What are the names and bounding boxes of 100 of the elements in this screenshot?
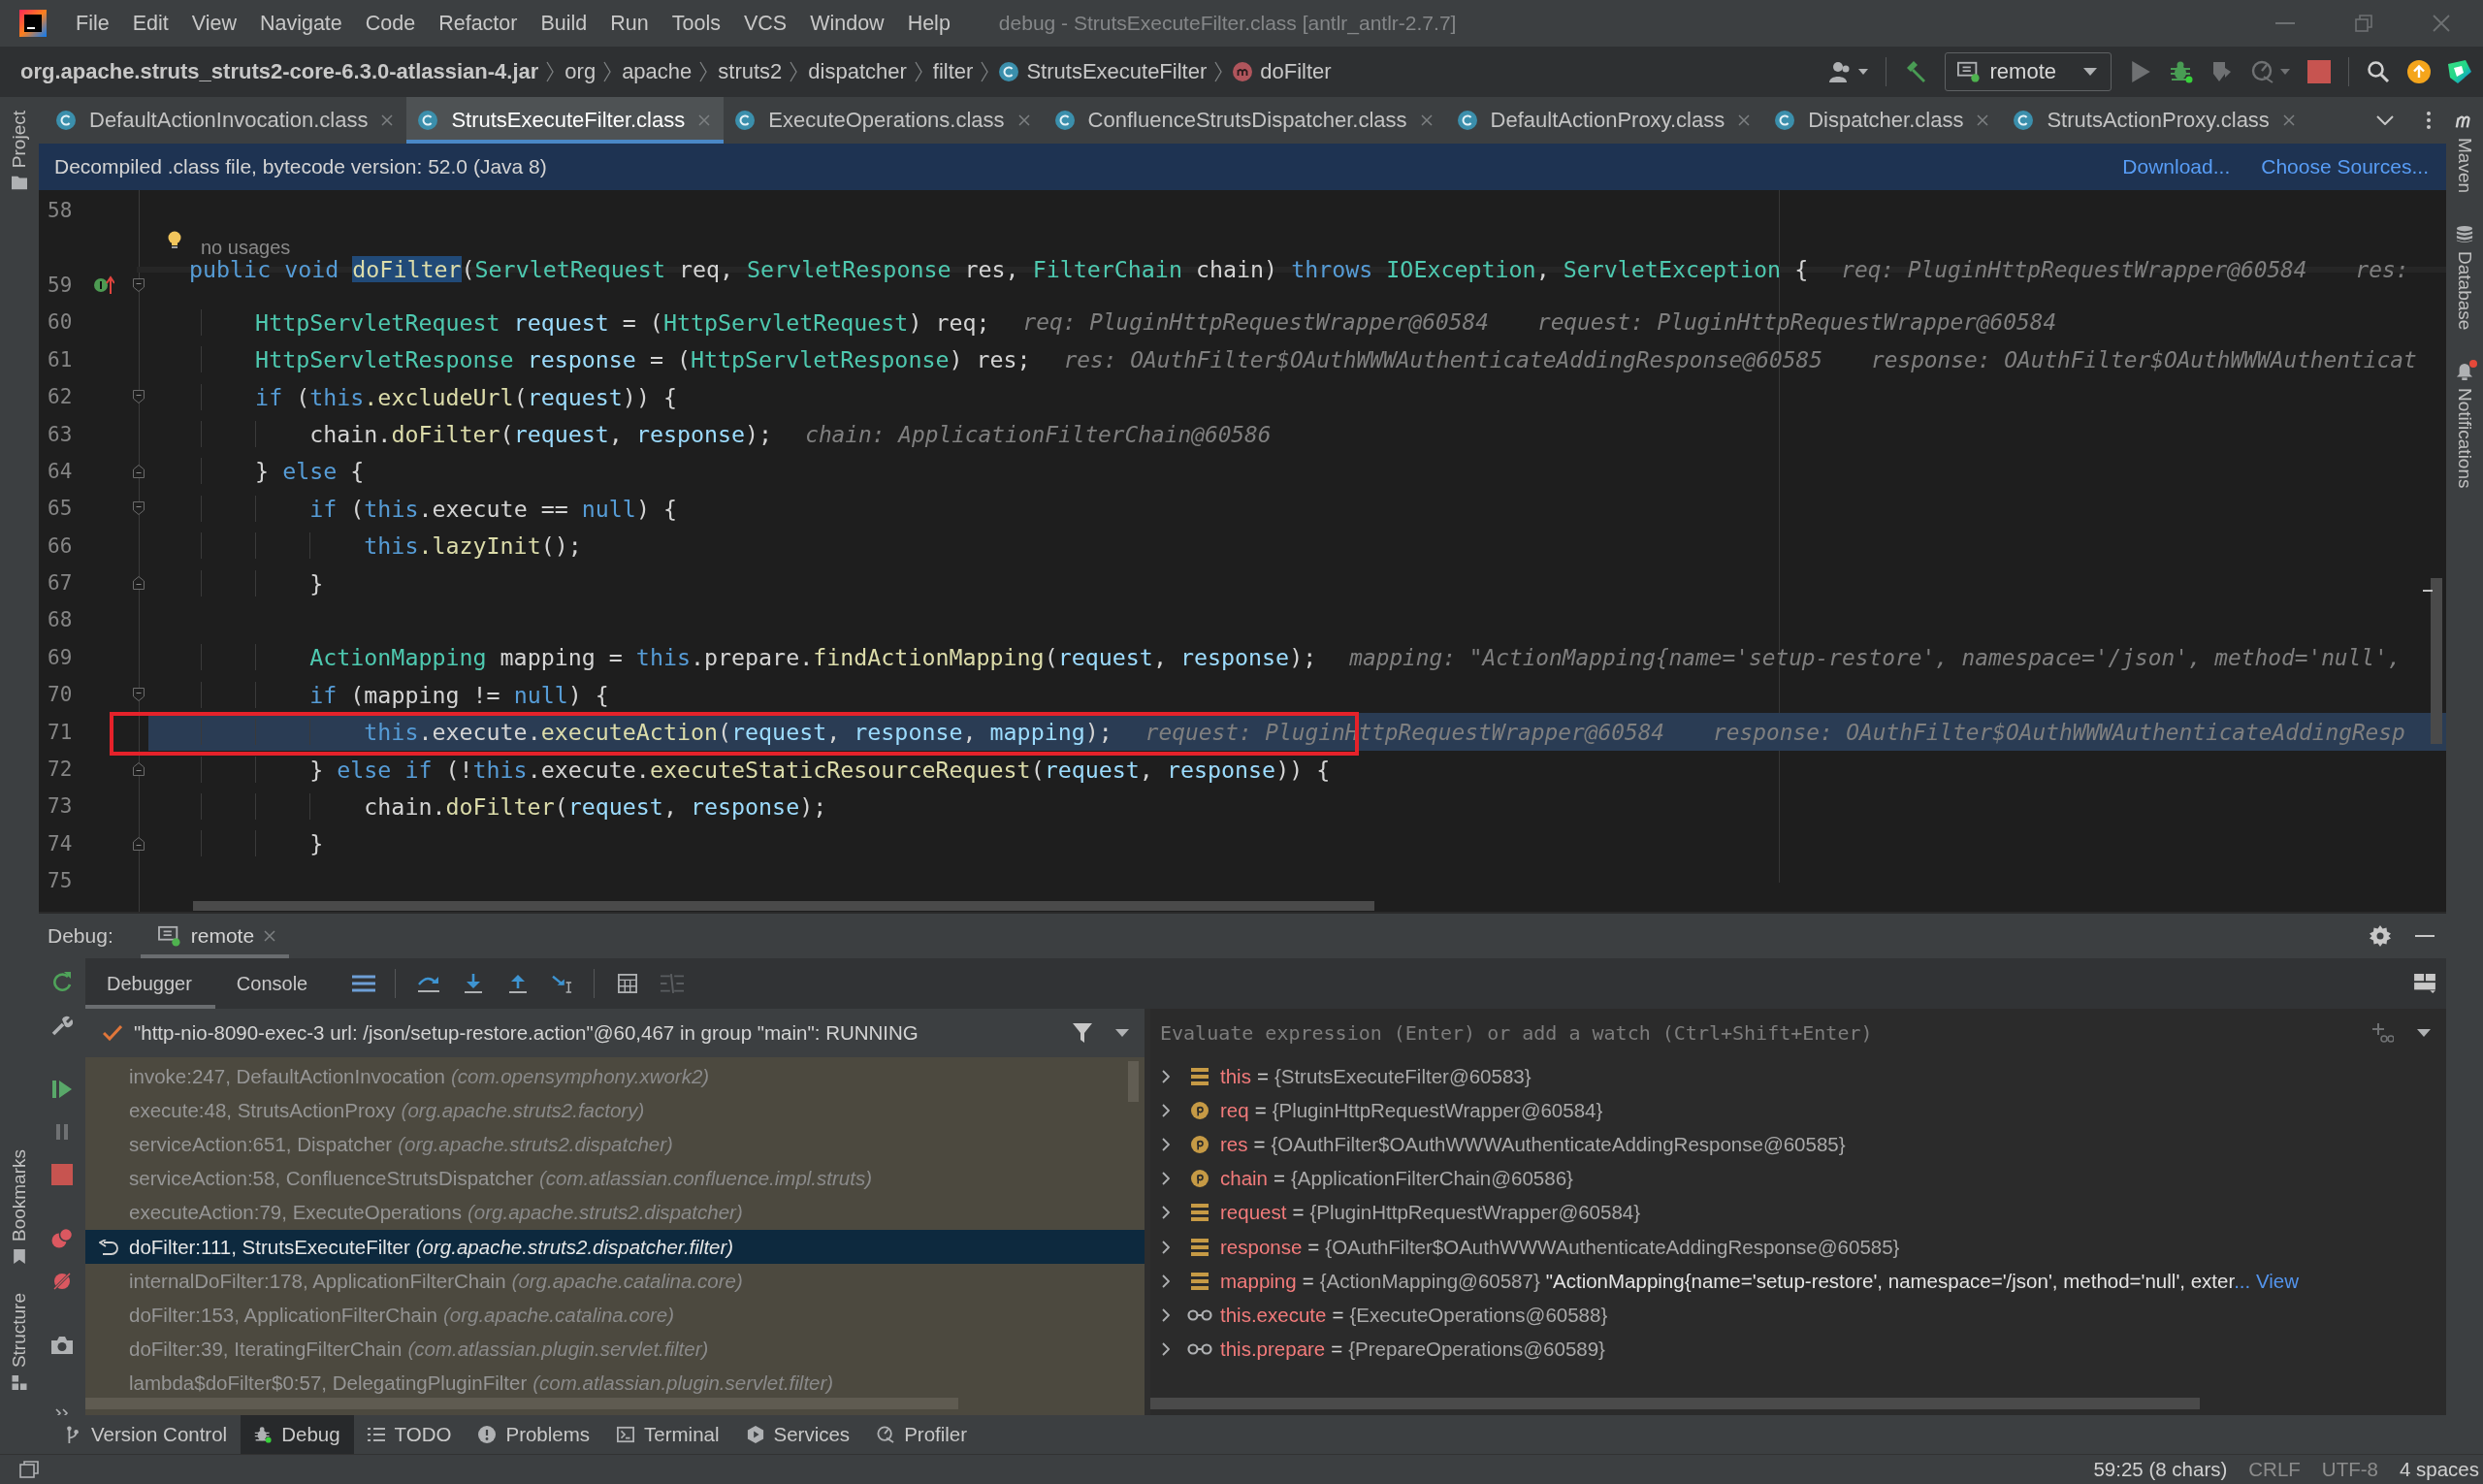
menu-item[interactable]: Run — [598, 11, 661, 36]
status-item[interactable]: 59:25 (8 chars) — [2093, 1458, 2228, 1481]
close-icon[interactable] — [264, 930, 276, 942]
frames-list-icon[interactable] — [352, 974, 376, 993]
thread-selector-bar[interactable]: "http-nio-8090-exec-3 url: /json/setup-restore.action"@60,467 in group "main": RUNNING — [85, 1009, 1145, 1057]
tool-window-button[interactable]: Database — [2454, 226, 2475, 331]
menu-item[interactable]: View — [179, 11, 248, 36]
implements-marker-icon[interactable] — [93, 274, 114, 295]
close-icon[interactable] — [1738, 114, 1751, 126]
menu-item[interactable]: Refactor — [427, 11, 530, 36]
editor-tab[interactable]: ExecuteOperations.class — [724, 97, 1044, 144]
debugger-tab[interactable]: Console — [214, 958, 332, 1009]
rerun-icon[interactable] — [51, 972, 73, 993]
tool-window-tab[interactable]: Debug — [241, 1415, 354, 1454]
run-configuration-dropdown[interactable]: remote — [1944, 52, 2112, 91]
light-bulb-icon[interactable] — [168, 231, 181, 251]
menu-item[interactable]: Navigate — [247, 11, 354, 36]
horizontal-scrollbar-thumb[interactable] — [1150, 1398, 2200, 1409]
shield-icon[interactable] — [2210, 60, 2234, 83]
expand-chevron-icon[interactable] — [1162, 1172, 1170, 1186]
search-icon[interactable] — [2367, 60, 2390, 83]
filter-icon[interactable] — [1073, 1023, 1092, 1043]
editor-tab[interactable]: StrutsExecuteFilter.class — [406, 97, 725, 144]
expand-chevron-icon[interactable] — [1162, 1274, 1170, 1288]
fold-marker-icon[interactable] — [133, 277, 145, 292]
menu-item[interactable]: Edit — [120, 11, 180, 36]
close-icon[interactable] — [1977, 114, 1989, 126]
layout-icon[interactable] — [2413, 974, 2436, 993]
menu-item[interactable]: Help — [895, 11, 962, 36]
fold-marker-icon[interactable] — [133, 390, 145, 404]
view-link[interactable]: ... View — [2234, 1269, 2299, 1292]
gradient-logo-icon[interactable] — [2448, 60, 2471, 83]
vertical-scrollbar-thumb[interactable] — [2431, 578, 2442, 744]
fold-marker-icon[interactable] — [133, 576, 145, 591]
status-item[interactable]: 4 spaces — [2399, 1458, 2479, 1481]
horizontal-scrollbar-thumb[interactable] — [85, 1398, 958, 1409]
resume-icon[interactable] — [51, 1079, 73, 1100]
tool-window-tab[interactable]: Terminal — [603, 1415, 733, 1454]
tool-window-tab[interactable]: Problems — [465, 1415, 604, 1454]
restore-icon[interactable] — [2355, 15, 2372, 32]
banner-link[interactable]: Choose Sources... — [2261, 155, 2429, 178]
breakpoints-icon[interactable] — [51, 1228, 73, 1249]
editor-tab[interactable]: ConfluenceStrutsDispatcher.class — [1043, 97, 1446, 144]
breadcrumb-item[interactable]: apache — [622, 59, 693, 84]
tool-window-button[interactable]: Maven — [2454, 113, 2475, 194]
mute-breakpoints-icon[interactable] — [51, 1271, 73, 1292]
expand-chevron-icon[interactable] — [1162, 1307, 1170, 1322]
settings-icon[interactable] — [2369, 924, 2392, 948]
close-icon[interactable] — [2433, 15, 2450, 32]
expand-chevron-icon[interactable] — [1162, 1342, 1170, 1357]
window-icon[interactable] — [19, 1461, 39, 1478]
usage-hint[interactable]: no usages — [201, 237, 291, 260]
expand-chevron-icon[interactable] — [1162, 1069, 1170, 1083]
menu-item[interactable]: Window — [798, 11, 896, 36]
breadcrumb-item[interactable]: StrutsExecuteFilter — [999, 59, 1208, 84]
chevron-down-icon[interactable] — [2376, 115, 2394, 125]
tool-window-tab[interactable]: Version Control — [50, 1415, 242, 1454]
breadcrumb-item[interactable]: doFilter — [1233, 59, 1332, 84]
bug-icon[interactable] — [2170, 60, 2193, 83]
caret-icon[interactable] — [1857, 69, 1868, 75]
evaluate-expression-field[interactable]: Evaluate expression (Enter) or add a watch (Ctrl+Shift+Enter) — [1156, 1014, 2372, 1052]
stack-frame[interactable]: doFilter:111, StrutsExecuteFilter (org.apache.struts2.dispatcher.filter) — [85, 1229, 1145, 1265]
breadcrumb-item[interactable]: filter — [932, 59, 974, 84]
menu-item[interactable]: Code — [353, 11, 428, 36]
breadcrumb-item[interactable]: org.apache.struts_struts2-core-6.3.0-atlassian-4.jar — [20, 59, 539, 84]
fold-marker-icon[interactable] — [133, 762, 145, 777]
play-icon[interactable] — [2129, 60, 2152, 83]
expand-chevron-icon[interactable] — [1162, 1137, 1170, 1151]
tool-window-button[interactable]: Project — [9, 111, 30, 191]
add-watch-icon[interactable] — [2372, 1023, 2394, 1043]
close-icon[interactable] — [381, 114, 394, 126]
expand-chevron-icon[interactable] — [1162, 1103, 1170, 1117]
fold-marker-icon[interactable] — [133, 501, 145, 516]
gauge-icon[interactable] — [2251, 60, 2274, 83]
menu-item[interactable]: File — [64, 11, 121, 36]
editor-tab[interactable]: DefaultActionProxy.class — [1445, 97, 1764, 144]
tool-window-button[interactable]: Bookmarks — [9, 1148, 30, 1264]
calculator-icon[interactable] — [616, 974, 640, 993]
caret-icon[interactable] — [2417, 1029, 2431, 1037]
camera-icon[interactable] — [51, 1335, 73, 1356]
fold-marker-icon[interactable] — [133, 464, 145, 478]
tool-window-tab[interactable]: TODO — [353, 1415, 466, 1454]
menu-item[interactable]: Build — [529, 11, 599, 36]
menu-item[interactable]: VCS — [731, 11, 799, 36]
editor-tab[interactable]: StrutsActionProxy.class — [2002, 97, 2308, 144]
update-icon[interactable] — [2407, 60, 2431, 83]
fold-marker-icon[interactable] — [133, 836, 145, 851]
tool-window-button[interactable]: Structure — [9, 1292, 30, 1390]
wrench-icon[interactable] — [51, 1015, 73, 1036]
more-vertical-icon[interactable] — [2427, 112, 2431, 129]
banner-link[interactable]: Download... — [2122, 155, 2231, 178]
fold-marker-icon[interactable] — [133, 688, 145, 702]
expand-chevron-icon[interactable] — [1162, 1240, 1170, 1254]
expand-chevron-icon[interactable] — [1162, 1206, 1170, 1220]
horizontal-scrollbar-thumb[interactable] — [193, 901, 1374, 912]
breadcrumb-item[interactable]: org — [564, 59, 597, 84]
editor-tab[interactable]: DefaultActionInvocation.class — [45, 97, 407, 144]
editor-tab[interactable]: Dispatcher.class — [1763, 97, 2003, 144]
close-icon[interactable] — [1420, 114, 1433, 126]
tool-window-button[interactable]: Notifications — [2454, 363, 2475, 489]
